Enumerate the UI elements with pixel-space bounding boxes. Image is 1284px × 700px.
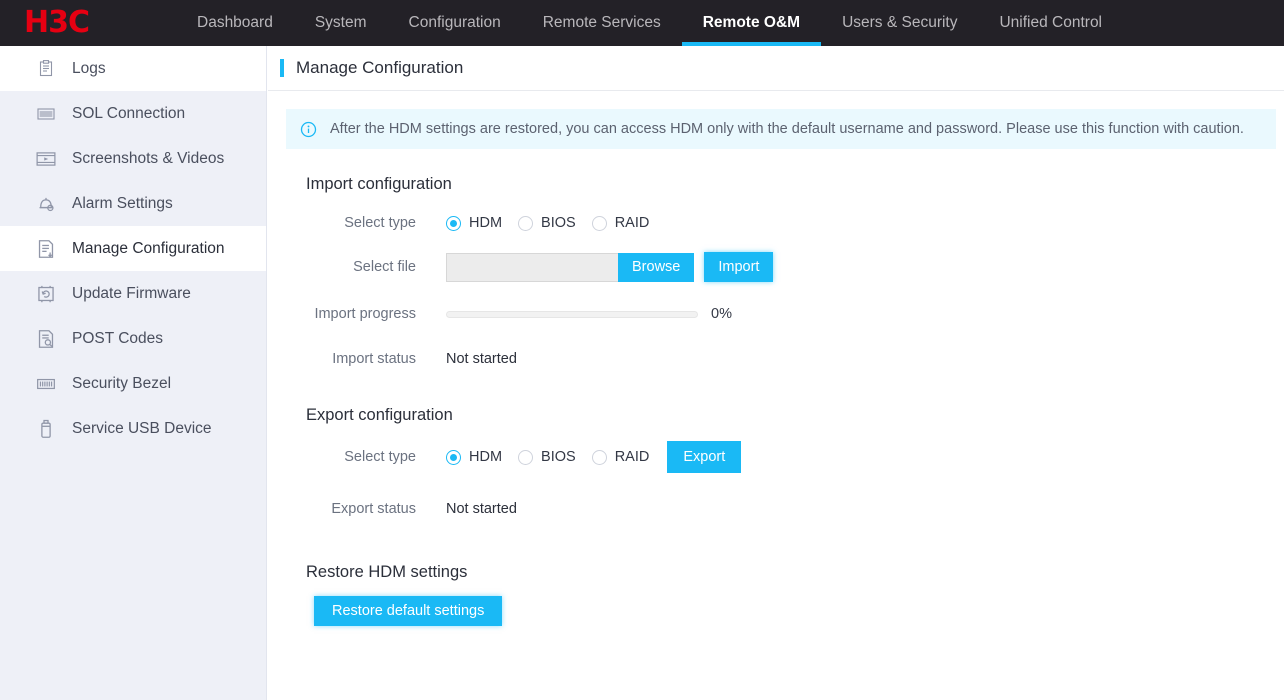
import-select-type-row: Select type HDM BIOS RAID: [306, 202, 1284, 244]
usb-icon: [41, 419, 51, 438]
radio-indicator: [591, 215, 607, 231]
export-select-type-row: Select type HDM BIOS RAID Export: [306, 433, 1284, 481]
sidebar-item-label: Logs: [72, 59, 106, 77]
import-progress-row: Import progress 0%: [306, 290, 1284, 338]
info-banner-text: After the HDM settings are restored, you…: [330, 121, 1244, 137]
sidebar-item-update-firmware[interactable]: Update Firmware: [0, 271, 266, 316]
nav-tab-unified-control[interactable]: Unified Control: [978, 0, 1123, 46]
main-content: Manage Configuration After the HDM setti…: [268, 46, 1284, 700]
nav-tab-users-security[interactable]: Users & Security: [821, 0, 978, 46]
sidebar-item-screenshots-videos[interactable]: Screenshots & Videos: [0, 136, 266, 181]
info-circle-icon: [300, 121, 317, 138]
import-button[interactable]: Import: [704, 252, 774, 282]
bell-icon: [39, 197, 54, 211]
browse-button[interactable]: Browse: [618, 252, 695, 282]
clipboard-icon: [36, 59, 56, 79]
title-accent-bar: [280, 59, 284, 77]
radio-indicator: [446, 449, 461, 465]
import-radio-hdm[interactable]: HDM: [446, 215, 502, 231]
nav-tab-system[interactable]: System: [294, 0, 388, 46]
sidebar: Logs SOL Connection Screenshots & Videos…: [0, 46, 267, 700]
sidebar-item-label: Security Bezel: [72, 374, 172, 392]
export-status-label: Export status: [331, 500, 416, 517]
sidebar-item-label: Service USB Device: [72, 419, 212, 437]
import-select-type-label: Select type: [344, 214, 416, 231]
export-radio-hdm[interactable]: HDM: [446, 449, 502, 465]
file-path-input[interactable]: [446, 252, 618, 282]
h3c-logo: H3C: [24, 5, 90, 40]
video-icon: [36, 151, 56, 166]
restore-default-settings-button[interactable]: Restore default settings: [314, 596, 503, 626]
doc-search-icon: [38, 329, 54, 348]
bezel-icon: [37, 378, 55, 389]
export-button[interactable]: Export: [667, 441, 742, 473]
nav-tab-remote-services[interactable]: Remote Services: [522, 0, 682, 46]
import-radio-raid[interactable]: RAID: [591, 215, 649, 231]
export-configuration-section: Export configuration Select type HDM BIO…: [268, 406, 1284, 537]
nav-tab-remote-om[interactable]: Remote O&M: [681, 0, 822, 46]
sidebar-item-security-bezel[interactable]: Security Bezel: [0, 361, 266, 406]
page-title-text: Manage Configuration: [296, 58, 464, 77]
nav-tab-dashboard[interactable]: Dashboard: [176, 0, 294, 46]
import-progress-percent: 0%: [711, 306, 732, 322]
sidebar-item-alarm-settings[interactable]: Alarm Settings: [0, 181, 266, 226]
import-radio-bios[interactable]: BIOS: [518, 215, 576, 231]
radio-indicator: [518, 449, 534, 465]
export-radio-bios[interactable]: BIOS: [518, 449, 576, 465]
import-progress-label: Import progress: [314, 305, 416, 322]
radio-indicator: [591, 449, 607, 465]
export-select-type-label: Select type: [344, 448, 416, 465]
header-divider: [268, 90, 1284, 91]
info-banner: After the HDM settings are restored, you…: [286, 109, 1276, 149]
export-radio-raid[interactable]: RAID: [591, 449, 649, 465]
import-select-file-row: Select file Browse Import: [306, 244, 1284, 290]
sidebar-item-label: SOL Connection: [72, 104, 186, 122]
top-navigation-bar: H3C Dashboard System Configuration Remot…: [0, 0, 1284, 46]
import-section-title: Import configuration: [306, 175, 452, 193]
import-type-radio-group: HDM BIOS RAID: [446, 215, 665, 231]
sidebar-item-label: Update Firmware: [72, 284, 191, 302]
restore-section-title: Restore HDM settings: [306, 563, 468, 581]
radio-indicator: [446, 215, 461, 231]
nav-tab-configuration[interactable]: Configuration: [388, 0, 522, 46]
export-status-row: Export status Not started: [306, 481, 1284, 537]
sidebar-item-label: Manage Configuration: [72, 239, 225, 257]
sidebar-item-label: POST Codes: [72, 329, 164, 347]
import-progress-bar: [446, 310, 698, 318]
restore-hdm-settings-section: Restore HDM settings Restore default set…: [268, 563, 1284, 626]
import-status-value: Not started: [446, 351, 517, 367]
import-status-label: Import status: [332, 350, 416, 367]
import-select-file-label: Select file: [353, 258, 416, 275]
sol-icon: [36, 104, 56, 124]
import-status-row: Import status Not started: [306, 338, 1284, 380]
sidebar-item-manage-configuration[interactable]: Manage Configuration: [0, 226, 266, 271]
sidebar-item-logs[interactable]: Logs: [0, 46, 266, 91]
sidebar-item-label: Alarm Settings: [72, 194, 173, 212]
export-section-title: Export configuration: [306, 406, 453, 424]
import-configuration-section: Import configuration Select type HDM BIO…: [268, 175, 1284, 380]
firmware-chip-icon: [38, 285, 54, 302]
page-title: Manage Configuration: [268, 46, 1284, 90]
export-type-radio-group: HDM BIOS RAID: [446, 449, 665, 465]
config-doc-icon: [38, 239, 54, 258]
radio-indicator: [518, 215, 534, 231]
top-nav-items: Dashboard System Configuration Remote Se…: [176, 0, 1123, 46]
export-status-value: Not started: [446, 501, 517, 517]
sidebar-item-sol-connection[interactable]: SOL Connection: [0, 91, 266, 136]
sidebar-item-post-codes[interactable]: POST Codes: [0, 316, 266, 361]
sidebar-item-label: Screenshots & Videos: [72, 149, 225, 167]
sidebar-item-service-usb-device[interactable]: Service USB Device: [0, 406, 266, 451]
